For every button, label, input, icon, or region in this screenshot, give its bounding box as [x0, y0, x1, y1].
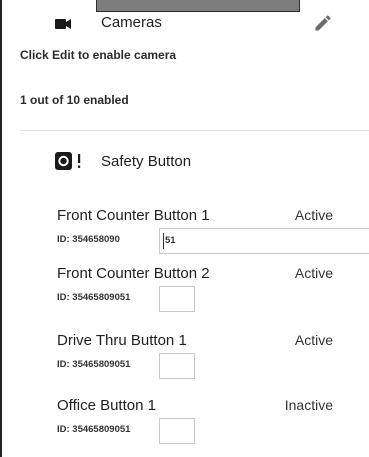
- button-status: Inactive: [284, 397, 333, 413]
- safety-button-row: Front Counter Button 1 Active ID: 354658…: [2, 207, 369, 262]
- button-name: Front Counter Button 1: [57, 207, 210, 224]
- safety-button-row: Drive Thru Button 1 Active ID: 354658090…: [2, 332, 369, 387]
- button-status: Active: [294, 265, 333, 281]
- button-id: ID: 35465809051: [57, 424, 131, 435]
- camera-edit-hint: Click Edit to enable camera: [20, 48, 177, 62]
- section-divider: [20, 130, 369, 131]
- text-caret: [163, 233, 164, 249]
- safety-button-row: Front Counter Button 2 Active ID: 354658…: [2, 265, 369, 320]
- cameras-title: Cameras: [101, 14, 162, 31]
- settings-panel: Cameras Click Edit to enable camera 1 ou…: [0, 0, 369, 457]
- safety-button-title: Safety Button: [101, 153, 192, 170]
- pencil-icon[interactable]: [313, 13, 333, 33]
- button-id-input[interactable]: 51: [159, 228, 369, 254]
- button-status: Active: [294, 207, 333, 223]
- safety-button-icon: [55, 152, 81, 170]
- button-name: Drive Thru Button 1: [57, 332, 187, 349]
- button-status: Active: [294, 332, 333, 348]
- button-name: Office Button 1: [57, 397, 156, 414]
- button-id-input[interactable]: [159, 286, 195, 312]
- video-camera-icon: [55, 19, 71, 29]
- button-id-input[interactable]: [159, 418, 195, 444]
- button-id-input[interactable]: [159, 353, 195, 379]
- safety-button-row: Office Button 1 Inactive ID: 35465809051: [2, 397, 369, 452]
- button-id: ID: 35465809051: [57, 359, 131, 370]
- button-id-input-value: 51: [165, 235, 176, 246]
- cameras-enabled-count: 1 out of 10 enabled: [20, 93, 129, 107]
- button-id: ID: 354658090: [57, 234, 120, 245]
- button-id: ID: 35465809051: [57, 292, 131, 303]
- button-name: Front Counter Button 2: [57, 265, 210, 282]
